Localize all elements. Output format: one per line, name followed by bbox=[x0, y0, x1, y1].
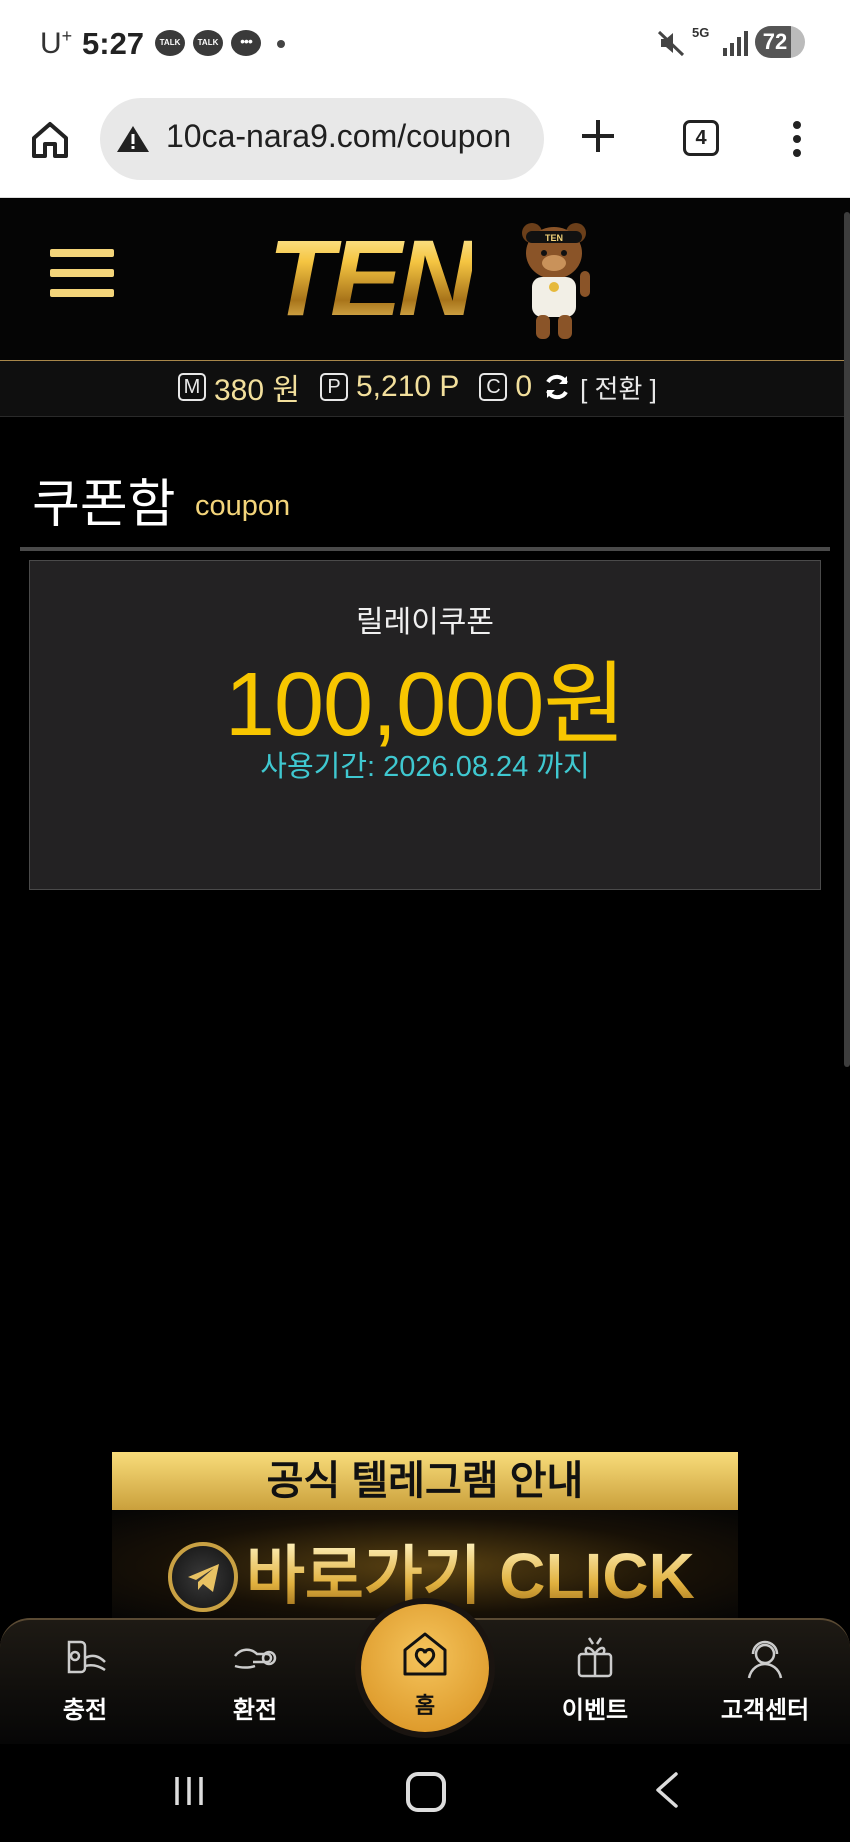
nav-label: 충전 bbox=[62, 1697, 108, 1724]
warning-icon[interactable] bbox=[116, 124, 150, 154]
nav-withdraw[interactable]: 환전 bbox=[185, 1634, 325, 1734]
nav-label: 고객센터 bbox=[720, 1697, 810, 1724]
more-notifications-dot bbox=[277, 40, 285, 48]
bear-mascot-icon: TEN bbox=[522, 223, 590, 339]
point-icon: P bbox=[320, 373, 348, 401]
coupon-amount: 100,000원 bbox=[224, 655, 626, 755]
nav-home[interactable]: 홈 bbox=[361, 1604, 489, 1732]
coupon-card[interactable]: 릴레이쿠폰 100,000원 사용기간: 2026.08.24 까지 bbox=[29, 560, 821, 890]
url-text[interactable]: 10ca-nara9.com/coupon bbox=[166, 118, 511, 155]
tabs-icon[interactable]: 4 bbox=[683, 120, 719, 156]
chat-notification-icon: ••• bbox=[231, 30, 261, 56]
logo-text: TEN bbox=[268, 217, 476, 338]
signal-icon bbox=[723, 31, 748, 56]
site-logo[interactable]: TEN TEN bbox=[268, 217, 590, 343]
page-subtitle: coupon bbox=[195, 490, 291, 522]
point-balance: 5,210 P bbox=[356, 370, 460, 403]
home-heart-icon bbox=[403, 1632, 447, 1676]
nav-label: 홈 bbox=[414, 1693, 436, 1718]
kakaotalk-notification-icon: TALK bbox=[193, 30, 223, 56]
casino-icon: C bbox=[479, 373, 508, 401]
withdraw-icon bbox=[234, 1648, 277, 1669]
money-icon: M bbox=[178, 373, 206, 401]
kakaotalk-notification-icon: TALK bbox=[155, 30, 185, 56]
back-icon[interactable] bbox=[650, 1770, 684, 1810]
gift-icon bbox=[577, 1637, 613, 1678]
home-icon[interactable] bbox=[28, 118, 72, 162]
menu-line bbox=[50, 249, 114, 257]
status-time: 5:27 bbox=[82, 26, 145, 61]
system-home-icon[interactable] bbox=[406, 1772, 446, 1812]
nav-event[interactable]: 이벤트 bbox=[525, 1634, 665, 1734]
telegram-icon bbox=[168, 1542, 238, 1612]
address-bar[interactable]: 10ca-nara9.com/coupon bbox=[100, 98, 544, 180]
nav-label: 환전 bbox=[232, 1697, 278, 1724]
mute-icon bbox=[657, 30, 685, 57]
browser-toolbar: 10ca-nara9.com/coupon 4 bbox=[0, 88, 850, 198]
coupon-expiry: 사용기간: 2026.08.24 까지 bbox=[260, 751, 590, 783]
carrier-label: U+ bbox=[40, 26, 73, 60]
nav-deposit[interactable]: 충전 bbox=[15, 1634, 155, 1734]
status-bar: U+ 5:27 TALK TALK ••• 5G 72 bbox=[0, 0, 850, 88]
nav-label: 이벤트 bbox=[561, 1697, 629, 1724]
switch-button[interactable]: [ 전환 ] bbox=[580, 369, 657, 406]
refresh-icon[interactable] bbox=[542, 372, 572, 402]
support-icon bbox=[747, 1640, 783, 1679]
battery-percent: 72 bbox=[762, 29, 788, 54]
banner-title: 공식 텔레그램 안내 bbox=[112, 1452, 738, 1510]
system-nav-bar bbox=[0, 1744, 850, 1842]
mascot-badge-text: TEN bbox=[545, 233, 563, 243]
plus-icon[interactable] bbox=[578, 116, 618, 156]
more-vert-icon[interactable] bbox=[792, 120, 802, 158]
banner-cta-text: 바로가기 CLICK bbox=[246, 1540, 695, 1612]
nav-support[interactable]: 고객센터 bbox=[695, 1634, 835, 1734]
menu-line bbox=[50, 289, 114, 297]
hamburger-menu-icon[interactable] bbox=[50, 249, 114, 305]
money-balance: 380 원 bbox=[214, 374, 300, 407]
menu-line bbox=[50, 269, 114, 277]
site-header: TEN TEN bbox=[0, 199, 850, 361]
recent-apps-icon[interactable] bbox=[172, 1774, 206, 1808]
page-title: 쿠폰함 bbox=[32, 476, 176, 534]
deposit-icon bbox=[67, 1640, 106, 1674]
balance-row: M 380 원 P 5,210 P C 0 [ 전환 ] bbox=[178, 365, 657, 409]
title-divider bbox=[20, 547, 830, 551]
telegram-banner[interactable]: 공식 텔레그램 안내 바로가기 CLICK bbox=[112, 1452, 738, 1622]
battery-icon: 72 bbox=[755, 26, 805, 58]
page-scrollbar[interactable] bbox=[844, 212, 850, 1067]
balance-strip: M 380 원 P 5,210 P C 0 [ 전환 ] bbox=[0, 361, 850, 417]
network-type-label: 5G bbox=[692, 25, 710, 40]
casino-balance: 0 bbox=[515, 370, 533, 403]
